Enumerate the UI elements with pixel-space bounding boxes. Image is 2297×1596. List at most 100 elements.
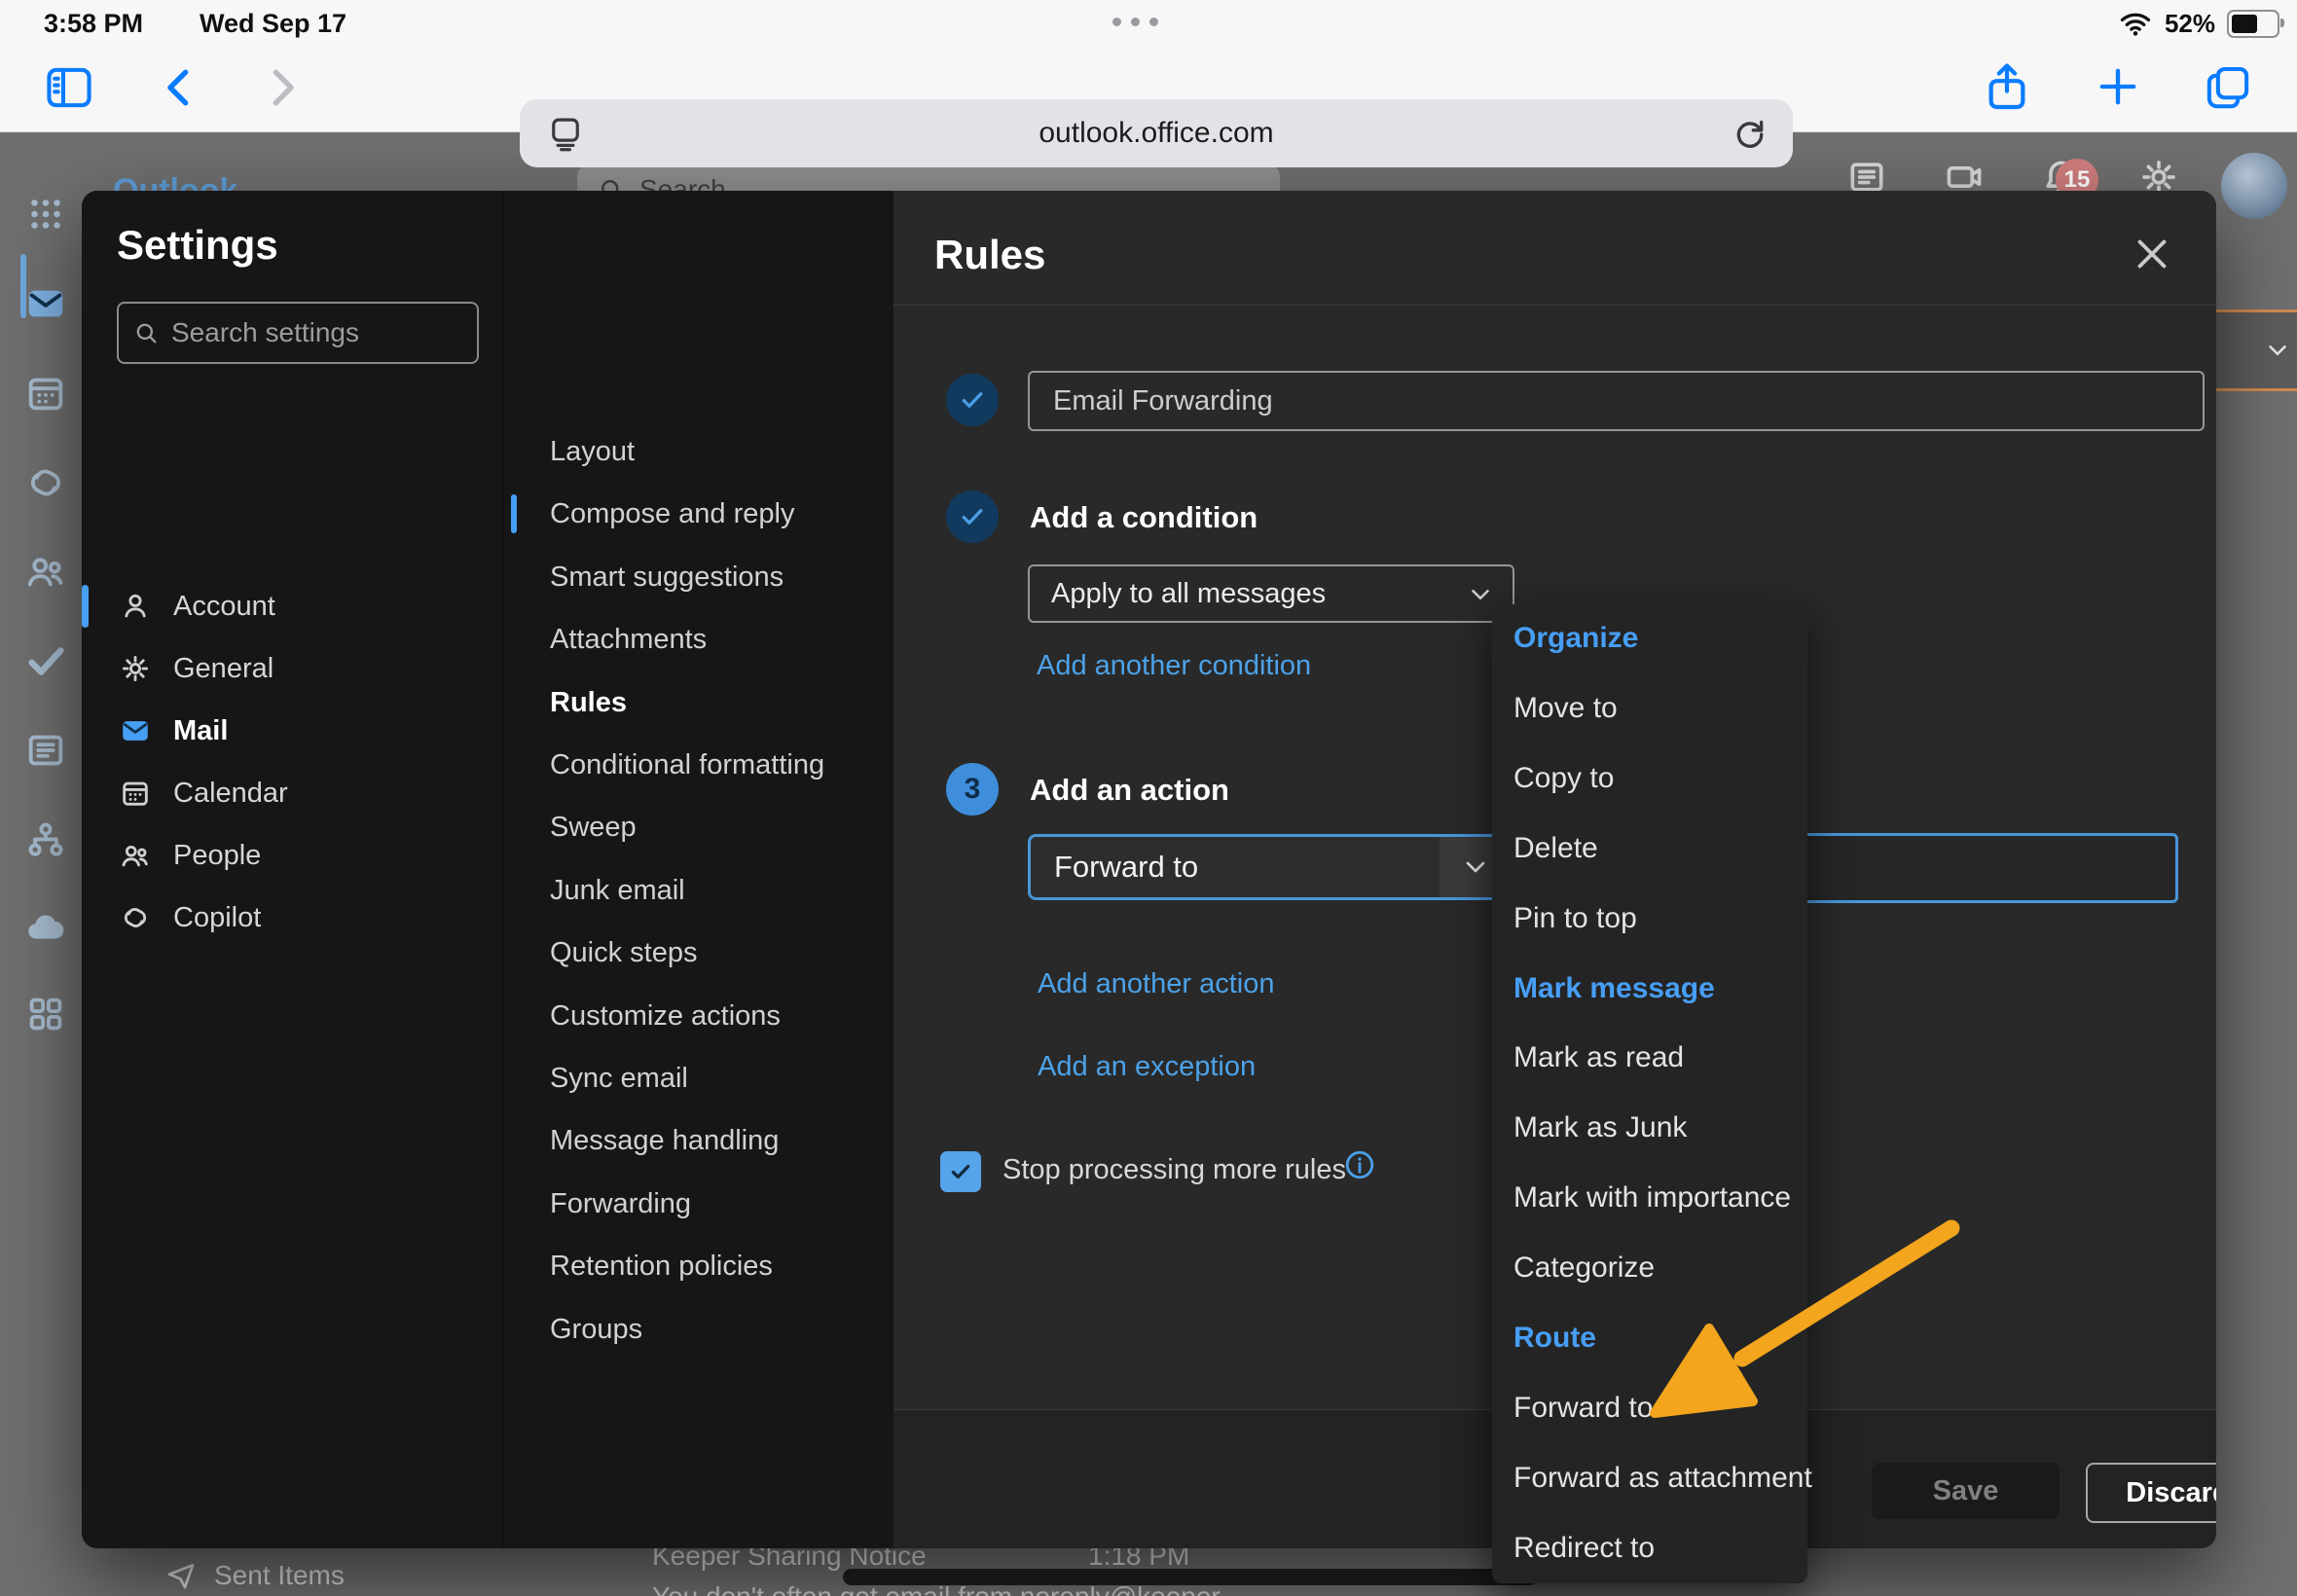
tabs-icon[interactable] <box>2202 60 2254 113</box>
share-icon[interactable] <box>1980 59 2034 114</box>
settings-dialog: Settings Search settings Account General M… <box>82 191 2216 1548</box>
settings-section-layout[interactable]: Layout <box>532 426 900 477</box>
menu-item-move-to[interactable]: Move to <box>1492 684 1829 733</box>
settings-section-quick-steps[interactable]: Quick steps <box>532 927 900 978</box>
menu-item-redirect-to[interactable]: Redirect to <box>1492 1524 1829 1573</box>
save-button[interactable]: Save <box>1872 1463 2060 1519</box>
settings-nav-people[interactable]: People <box>97 828 508 883</box>
settings-nav-account[interactable]: Account <box>97 579 508 634</box>
settings-section-attachments[interactable]: Attachments <box>532 614 900 665</box>
menu-item-forward-as-attachment[interactable]: Forward as attachment <box>1492 1454 1829 1503</box>
menu-item-copy-to[interactable]: Copy to <box>1492 754 1829 803</box>
settings-search-input[interactable]: Search settings <box>117 302 479 364</box>
gear-icon <box>119 652 152 685</box>
settings-section-smart-suggestions[interactable]: Smart suggestions <box>532 552 900 602</box>
mail-icon <box>119 714 152 747</box>
menu-item-delete[interactable]: Delete <box>1492 824 1829 873</box>
status-date: Wed Sep 17 <box>200 9 346 39</box>
action-step-badge: 3 <box>946 763 999 816</box>
send-icon <box>165 1560 197 1591</box>
news-icon[interactable] <box>23 728 68 773</box>
calendar-icon[interactable] <box>23 371 68 416</box>
settings-nav-mail[interactable]: Mail <box>97 704 508 758</box>
settings-section-customize-actions[interactable]: Customize actions <box>532 991 900 1041</box>
menu-item-mark-message: Mark message <box>1492 964 1829 1013</box>
multitasking-dots[interactable] <box>1112 18 1158 26</box>
settings-section-retention-policies[interactable]: Retention policies <box>532 1241 900 1291</box>
safari-chrome: 3:58 PM Wed Sep 17 52% outlook.office.co… <box>0 0 2297 132</box>
menu-item-mark-with-importance[interactable]: Mark with importance <box>1492 1174 1829 1222</box>
settings-nav-copilot[interactable]: Copilot <box>97 890 508 945</box>
todo-icon[interactable] <box>23 638 68 683</box>
chevron-down-icon <box>1466 580 1495 609</box>
add-another-condition-link[interactable]: Add another condition <box>1037 650 1311 682</box>
settings-title: Settings <box>117 222 278 269</box>
settings-nav-calendar[interactable]: Calendar <box>97 766 508 820</box>
settings-section-compose-and-reply[interactable]: Compose and reply <box>532 489 900 539</box>
mail-icon[interactable] <box>23 281 68 326</box>
org-explorer-icon[interactable] <box>23 817 68 862</box>
menu-item-route: Route <box>1492 1314 1829 1362</box>
settings-sidebar: Settings Search settings Account General M… <box>82 191 502 1548</box>
status-time: 3:58 PM <box>44 9 143 39</box>
menu-item-mark-as-junk[interactable]: Mark as Junk <box>1492 1104 1829 1152</box>
copilot-icon[interactable] <box>23 460 68 505</box>
settings-nav-label: Mail <box>173 715 228 747</box>
stop-processing-label: Stop processing more rules <box>1003 1154 1346 1186</box>
action-heading: Add an action <box>1030 773 1229 808</box>
settings-section-sync-email[interactable]: Sync email <box>532 1053 900 1104</box>
settings-section-groups[interactable]: Groups <box>532 1304 900 1355</box>
page-format-icon[interactable] <box>545 114 586 155</box>
reload-icon[interactable] <box>1731 115 1769 154</box>
nav-selection-indicator <box>82 585 89 628</box>
menu-item-pin-to-top[interactable]: Pin to top <box>1492 894 1829 943</box>
people-icon[interactable] <box>23 549 68 594</box>
condition-heading: Add a condition <box>1030 500 1258 535</box>
settings-section-sweep[interactable]: Sweep <box>532 802 900 852</box>
settings-nav-general[interactable]: General <box>97 641 508 696</box>
onedrive-icon[interactable] <box>23 907 68 952</box>
rule-name-check-icon <box>946 374 999 426</box>
settings-search-placeholder: Search settings <box>171 317 359 348</box>
condition-select[interactable]: Apply to all messages <box>1028 564 1514 623</box>
settings-section-junk-email[interactable]: Junk email <box>532 865 900 916</box>
status-bar: 3:58 PM Wed Sep 17 52% <box>0 0 2297 44</box>
menu-item-mark-as-read[interactable]: Mark as read <box>1492 1034 1829 1082</box>
more-apps-icon[interactable] <box>23 992 68 1036</box>
avatar[interactable] <box>2221 153 2287 219</box>
settings-nav-label: Calendar <box>173 778 288 810</box>
info-icon[interactable] <box>1343 1148 1376 1181</box>
settings-section-forwarding[interactable]: Forwarding <box>532 1179 900 1229</box>
settings-nav-label: Account <box>173 591 275 623</box>
action-select[interactable]: Forward to <box>1028 834 1514 900</box>
discard-button[interactable]: Discard <box>2086 1463 2216 1523</box>
person-icon <box>119 590 152 623</box>
settings-nav-label: General <box>173 653 273 685</box>
back-button[interactable] <box>154 61 206 114</box>
stop-processing-checkbox[interactable] <box>940 1151 981 1192</box>
url-text: outlook.office.com <box>1039 117 1273 150</box>
settings-section-rules[interactable]: Rules <box>532 677 900 728</box>
menu-item-categorize[interactable]: Categorize <box>1492 1244 1829 1292</box>
sidebar-toggle-icon[interactable] <box>41 59 97 116</box>
add-an-exception-link[interactable]: Add an exception <box>1038 1051 1256 1083</box>
settings-section-conditional-formatting[interactable]: Conditional formatting <box>532 740 900 790</box>
app-launcher-icon[interactable] <box>23 192 68 236</box>
menu-item-organize: Organize <box>1492 614 1829 663</box>
settings-section-message-handling[interactable]: Message handling <box>532 1115 900 1166</box>
forward-button[interactable] <box>255 61 308 114</box>
menu-item-forward-to[interactable]: Forward to <box>1492 1384 1829 1433</box>
browser-toolbar: outlook.office.com <box>0 44 2297 131</box>
settings-nav-label: Copilot <box>173 902 261 934</box>
horizontal-scrollbar[interactable] <box>843 1569 1538 1585</box>
address-bar[interactable]: outlook.office.com <box>520 99 1793 167</box>
battery-icon <box>2227 10 2279 38</box>
new-tab-icon[interactable] <box>2093 61 2143 112</box>
folder-row-sent-items[interactable]: Sent Items <box>165 1560 345 1591</box>
rail-selection-indicator <box>20 254 26 318</box>
close-icon[interactable] <box>2128 230 2176 278</box>
add-another-action-link[interactable]: Add another action <box>1038 968 1274 1000</box>
wifi-icon <box>2118 7 2153 40</box>
copilot-icon <box>119 901 152 934</box>
rule-name-input[interactable]: Email Forwarding <box>1028 371 2205 431</box>
